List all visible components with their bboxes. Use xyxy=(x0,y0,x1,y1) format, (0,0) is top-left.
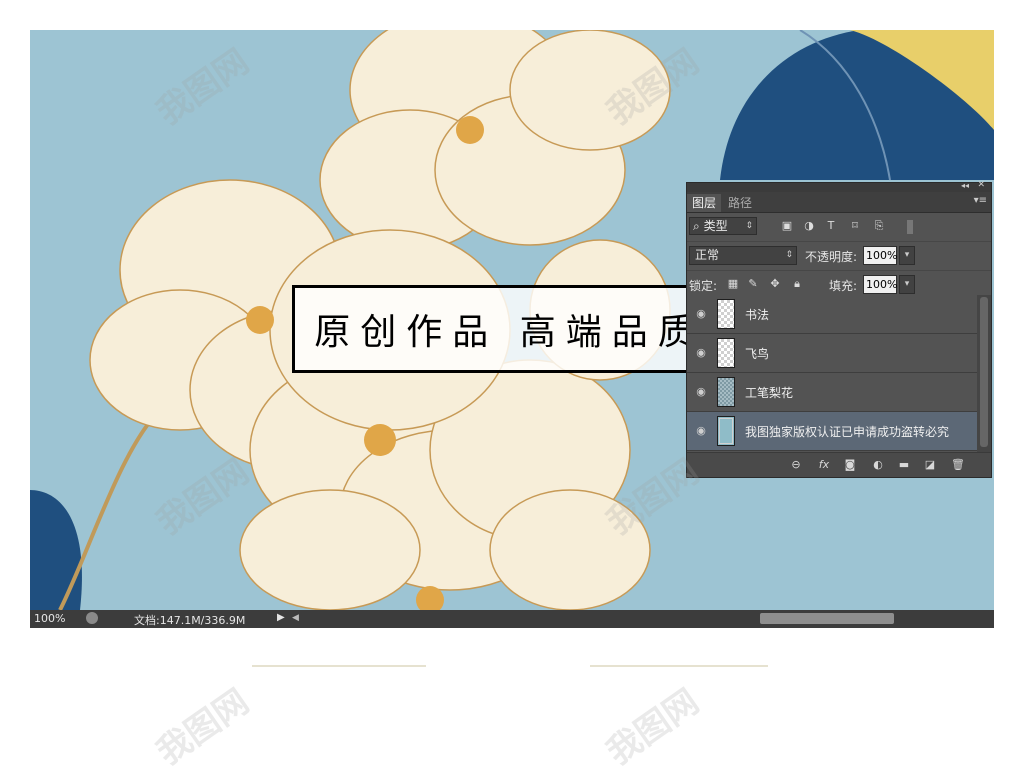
layers-panel: ◂◂ ✕ 图层 路径 ▾≡ ⌕ 类型 ⇕ ▣ ◑ T ⌑ ⎘ 正常 ⇕ 不透明度… xyxy=(686,180,992,478)
link-icon[interactable]: ⊖ xyxy=(789,458,803,472)
layer-thumbnail xyxy=(717,299,735,329)
eye-icon[interactable]: ◉ xyxy=(693,346,709,360)
trash-icon[interactable]: 🗑︎ xyxy=(951,458,965,472)
filter-kind-select[interactable]: ⌕ 类型 ⇕ xyxy=(689,217,757,235)
lock-all-icon[interactable]: 🔒︎ xyxy=(791,278,803,290)
layer-name: 书法 xyxy=(745,308,770,322)
lock-label: 锁定: xyxy=(689,279,718,293)
layer-row-pear-blossom[interactable]: ◉ 工笔梨花 xyxy=(687,373,977,412)
tab-layers[interactable]: 图层 xyxy=(687,194,722,212)
close-icon[interactable]: ✕ xyxy=(977,180,985,190)
type-filter-icon[interactable]: T xyxy=(825,220,837,232)
blend-row: 正常 ⇕ 不透明度: 100% ▾ xyxy=(687,242,991,271)
horizontal-scrollbar[interactable] xyxy=(760,613,894,624)
updown-arrow-icon: ⇕ xyxy=(745,221,753,231)
scroll-thumb[interactable] xyxy=(980,297,988,447)
status-bar: 100% 文档:147.1M/336.9M ▶ ◀ xyxy=(30,610,994,628)
eye-icon[interactable]: ◉ xyxy=(693,385,709,399)
layer-thumbnail xyxy=(717,377,735,407)
layer-name: 工笔梨花 xyxy=(745,386,794,400)
filter-kind-label: 类型 xyxy=(703,219,728,233)
updown-arrow-icon: ⇕ xyxy=(785,250,793,260)
layer-list: ◉ 书法 ◉ 飞鸟 ◉ 工笔梨花 ◉ 我图独家版权认证已申请成功盗转必究 xyxy=(687,295,977,453)
layer-row-birds[interactable]: ◉ 飞鸟 xyxy=(687,334,977,373)
filter-row: ⌕ 类型 ⇕ ▣ ◑ T ⌑ ⎘ xyxy=(687,213,991,242)
scroll-left-icon[interactable]: ◀ xyxy=(292,613,299,623)
eye-icon[interactable]: ◉ xyxy=(693,307,709,321)
layer-name: 我图独家版权认证已申请成功盗转必究 xyxy=(745,425,950,439)
fx-icon[interactable]: fx xyxy=(817,458,831,472)
layer-name: 飞鸟 xyxy=(745,347,770,361)
adjustment-filter-icon[interactable]: ◑ xyxy=(803,220,815,232)
adjustment-icon[interactable]: ◐ xyxy=(871,458,885,472)
opacity-dropdown-icon[interactable]: ▾ xyxy=(899,246,915,265)
shape-filter-icon[interactable]: ⌑ xyxy=(849,220,861,232)
opacity-input[interactable]: 100% xyxy=(863,246,897,265)
opacity-label: 不透明度: xyxy=(805,250,858,264)
filter-toggle-icon[interactable] xyxy=(907,220,913,234)
panel-titlebar: ◂◂ ✕ xyxy=(687,180,991,192)
fill-input[interactable]: 100% xyxy=(863,275,897,294)
layer-thumbnail xyxy=(717,338,735,368)
layer-row-copyright[interactable]: ◉ 我图独家版权认证已申请成功盗转必究 xyxy=(687,412,977,451)
banner-text: 原创作品 高端品质 xyxy=(314,312,704,353)
eye-icon[interactable]: ◉ xyxy=(693,424,709,438)
fill-dropdown-icon[interactable]: ▾ xyxy=(899,275,915,294)
decorative-rule-right xyxy=(590,665,768,667)
blend-mode-value: 正常 xyxy=(695,248,720,262)
panel-bottom-toolbar: ⊖ fx ◙ ◐ ▬ ◪ 🗑︎ xyxy=(687,452,991,477)
watermark-logo: 我图网 xyxy=(149,681,257,774)
mask-icon[interactable]: ◙ xyxy=(843,458,857,472)
watermark-logo: 我图网 xyxy=(599,681,707,774)
blend-mode-select[interactable]: 正常 ⇕ xyxy=(689,246,797,265)
tab-paths[interactable]: 路径 xyxy=(723,194,757,212)
layers-scrollbar[interactable] xyxy=(977,295,991,453)
layer-row-calligraphy[interactable]: ◉ 书法 xyxy=(687,295,977,334)
play-arrow-icon[interactable]: ▶ xyxy=(277,612,285,623)
panel-menu-icon[interactable]: ▾≡ xyxy=(974,195,987,206)
lock-paint-icon[interactable]: ✎ xyxy=(747,278,759,290)
lock-transparent-icon[interactable]: ▦ xyxy=(727,278,739,290)
image-filter-icon[interactable]: ▣ xyxy=(781,220,793,232)
folder-icon[interactable]: ▬ xyxy=(897,458,911,472)
panel-tabs: 图层 路径 ▾≡ xyxy=(687,192,991,213)
decorative-rule-left xyxy=(252,665,426,667)
document-size: 文档:147.1M/336.9M xyxy=(134,614,246,627)
fill-label: 填充: xyxy=(829,279,858,293)
lock-move-icon[interactable]: ✥ xyxy=(769,278,781,290)
original-work-banner: 原创作品 高端品质 xyxy=(292,285,726,373)
layer-thumbnail xyxy=(717,416,735,446)
status-info-icon[interactable] xyxy=(86,612,98,624)
collapse-icon[interactable]: ◂◂ xyxy=(961,181,969,190)
new-layer-icon[interactable]: ◪ xyxy=(923,458,937,472)
zoom-level[interactable]: 100% xyxy=(34,612,65,625)
search-icon: ⌕ xyxy=(693,219,700,233)
smart-object-filter-icon[interactable]: ⎘ xyxy=(873,220,885,232)
